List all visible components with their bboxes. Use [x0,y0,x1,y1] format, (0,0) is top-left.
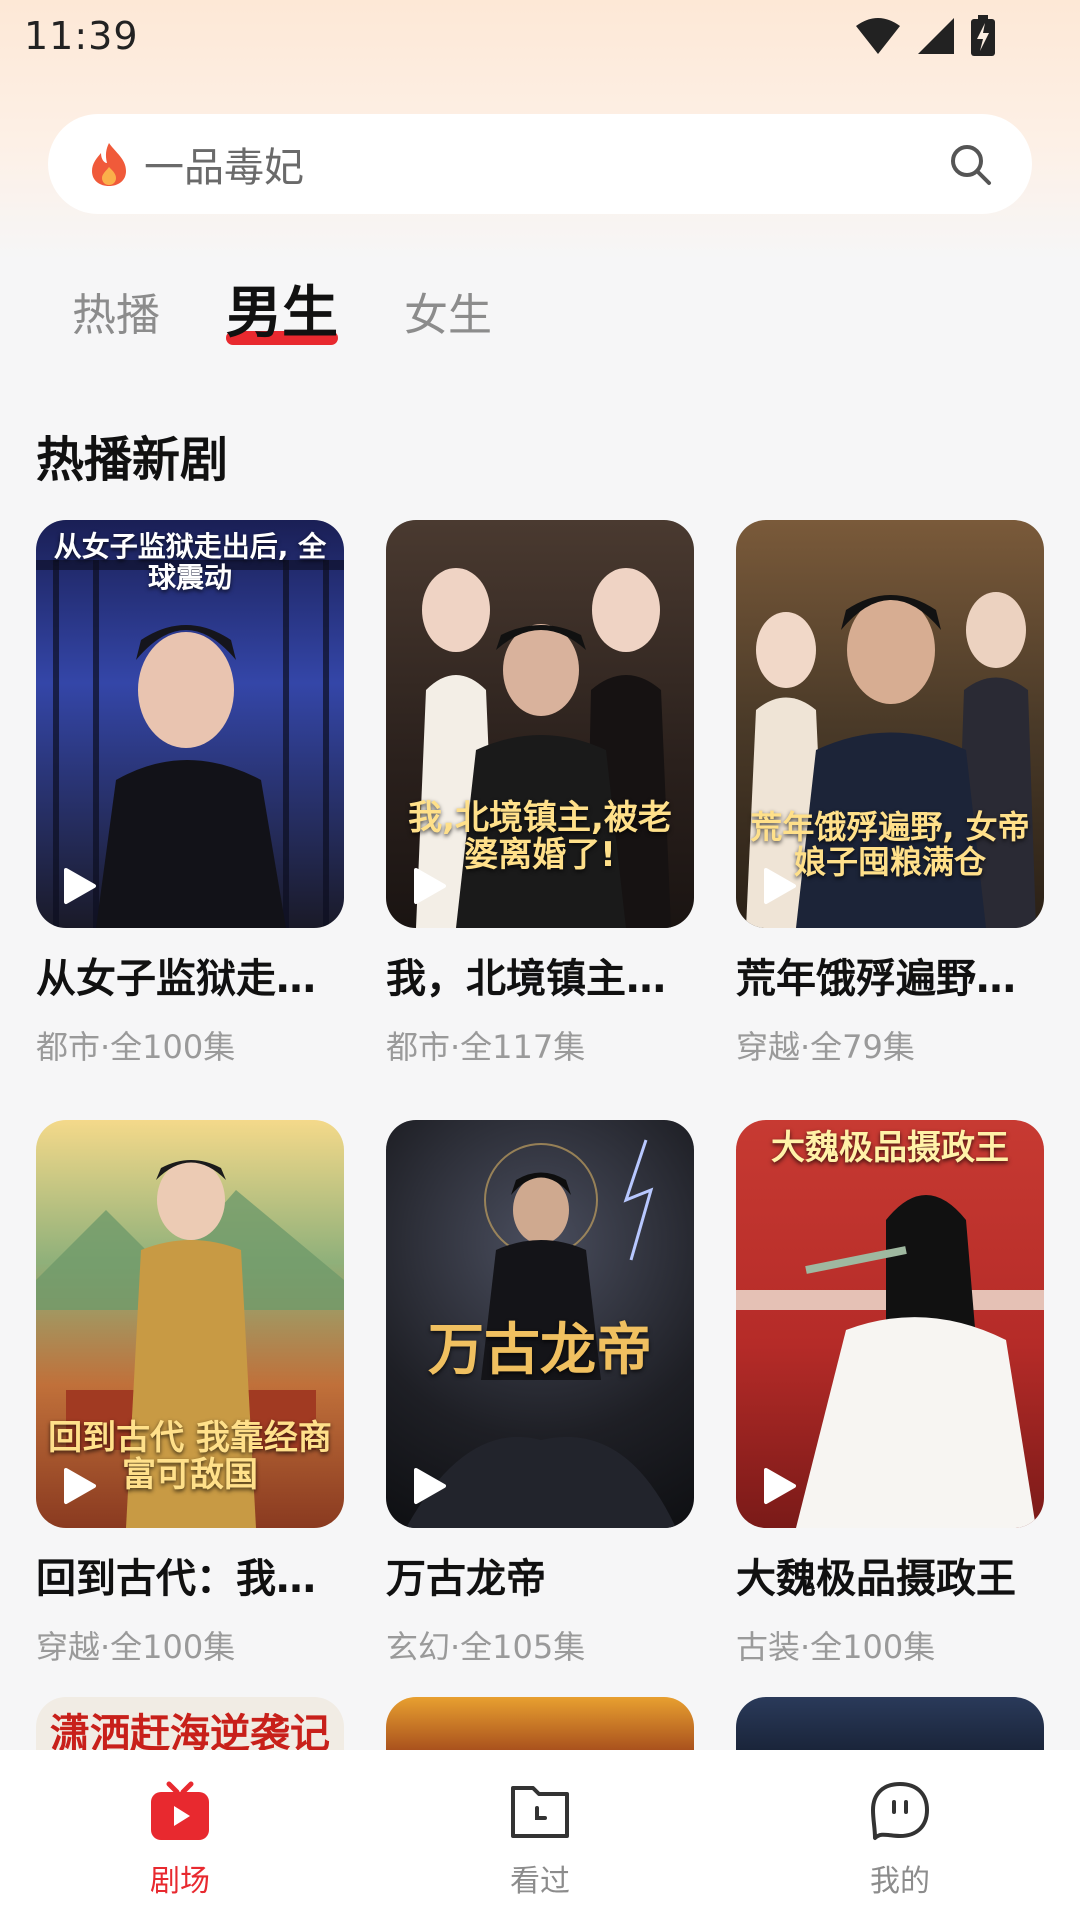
fire-icon [92,143,126,186]
drama-card[interactable]: 大魏极品摄政王 大魏极品摄政王 古装·全100集 [736,1120,1044,1668]
category-tabs: 热播 男生 女生 [72,262,492,346]
drama-poster-partial[interactable]: 潇洒赶海逆袭记 [36,1697,344,1752]
nav-theater[interactable]: 剧场 [80,1780,280,1900]
play-icon[interactable] [408,1466,448,1506]
drama-card[interactable]: 万古龙帝 万古龙帝 玄幻·全105集 [386,1120,694,1668]
drama-poster-partial[interactable] [736,1697,1044,1752]
search-bar[interactable]: 一品毒妃 [48,114,1032,214]
search-placeholder: 一品毒妃 [144,145,304,191]
history-folder-icon [511,1786,569,1838]
drama-meta: 都市·全100集 [36,1028,236,1066]
theater-icon [151,1781,209,1840]
cellular-signal-icon [918,18,954,54]
profile-icon [871,1782,929,1840]
drama-poster[interactable]: 大魏极品摄政王 [736,1120,1044,1528]
nav-profile[interactable]: 我的 [800,1780,1000,1900]
nav-label: 剧场 [150,1864,210,1899]
next-row-partial: 潇洒赶海逆袭记 [36,1697,1046,1752]
drama-meta: 穿越·全100集 [36,1628,236,1666]
drama-card[interactable]: 荒年饿殍遍野, 女帝娘子囤粮满仓 荒年饿殍遍野… 穿越·全79集 [736,520,1044,1068]
drama-poster[interactable]: 从女子监狱走出后, 全球震动 [36,520,344,928]
bottom-navigation: 剧场 看过 我的 [0,1750,1080,1920]
poster-title-art: 万古龙帝 [428,1318,652,1383]
drama-meta: 古装·全100集 [736,1628,936,1666]
drama-title: 我，北境镇主… [386,956,666,1002]
tab-label: 女生 [404,290,492,341]
tab-label: 热播 [72,290,160,341]
poster-title-art: 我,北境镇主,被老婆离婚了! [408,798,672,876]
tab-label: 男生 [226,281,338,346]
drama-meta: 都市·全117集 [386,1028,586,1066]
drama-card[interactable]: 回到古代 我靠经商富可敌国 回到古代：我… 穿越·全100集 [36,1120,344,1668]
status-time: 11:39 [24,14,139,58]
play-icon[interactable] [408,866,448,906]
status-icons [854,15,996,57]
drama-grid: 从女子监狱走出后, 全球震动 从女子监狱走… 都市·全100集 我,北境镇主,被… [36,520,1046,1668]
nav-label: 看过 [510,1864,570,1899]
drama-poster-partial[interactable] [386,1697,694,1752]
status-bar: 11:39 [0,0,1080,72]
drama-card[interactable]: 我,北境镇主,被老婆离婚了! 我，北境镇主… 都市·全117集 [386,520,694,1068]
battery-charging-icon [971,15,995,56]
wifi-icon [856,18,900,54]
section-title: 热播新剧 [36,432,229,488]
poster-title-art: 潇洒赶海逆袭记 [50,1711,330,1752]
tab-male[interactable]: 男生 [226,268,338,349]
poster-title-art: 从女子监狱走出后, 全球震动 [53,530,327,594]
drama-poster[interactable]: 回到古代 我靠经商富可敌国 [36,1120,344,1528]
drama-title: 从女子监狱走… [36,956,316,1002]
play-icon[interactable] [58,1466,98,1506]
search-icon[interactable] [948,142,992,186]
drama-title: 万古龙帝 [386,1556,546,1602]
drama-poster[interactable]: 我,北境镇主,被老婆离婚了! [386,520,694,928]
play-icon[interactable] [758,866,798,906]
drama-card[interactable]: 从女子监狱走出后, 全球震动 从女子监狱走… 都市·全100集 [36,520,344,1068]
drama-poster[interactable]: 万古龙帝 [386,1120,694,1528]
drama-title: 大魏极品摄政王 [736,1556,1016,1602]
tab-female[interactable]: 女生 [404,279,492,343]
drama-poster[interactable]: 荒年饿殍遍野, 女帝娘子囤粮满仓 [736,520,1044,928]
drama-meta: 穿越·全79集 [736,1028,915,1066]
poster-title-art: 大魏极品摄政王 [771,1128,1009,1168]
drama-title: 回到古代：我… [36,1556,316,1602]
nav-label: 我的 [870,1864,930,1899]
drama-title: 荒年饿殍遍野… [736,956,1016,1002]
drama-meta: 玄幻·全105集 [386,1628,586,1666]
tab-hot[interactable]: 热播 [72,279,160,343]
nav-history[interactable]: 看过 [440,1780,640,1900]
play-icon[interactable] [58,866,98,906]
play-icon[interactable] [758,1466,798,1506]
